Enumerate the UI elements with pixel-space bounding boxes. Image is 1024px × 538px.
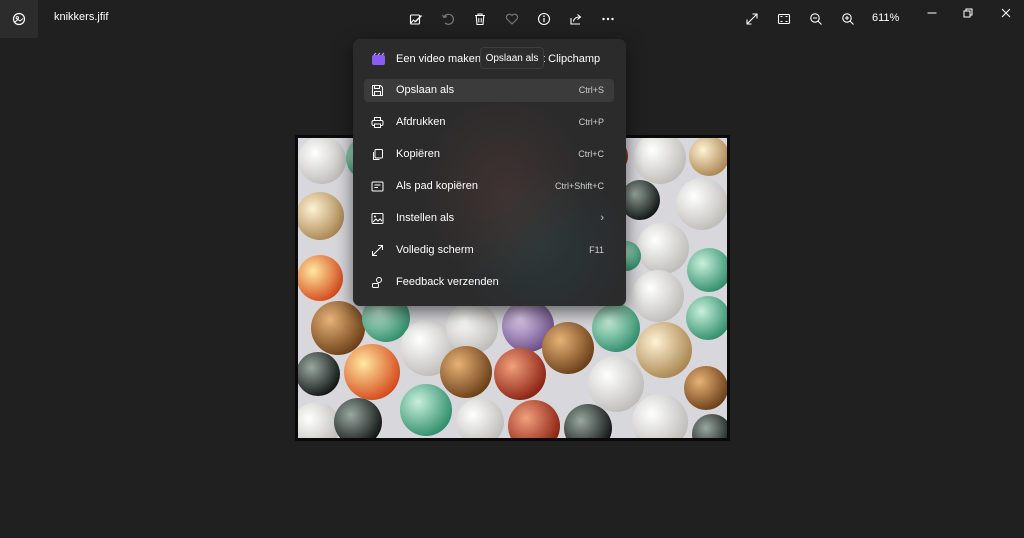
more-options-menu: Een video maken ft Clipchamp Opslaan als… xyxy=(353,39,626,306)
restore-button[interactable] xyxy=(954,4,982,22)
menu-item-shortcut: F11 xyxy=(589,245,604,255)
set-as-icon xyxy=(370,211,385,226)
menu-item-label: Instellen als xyxy=(396,212,455,224)
full-screen-icon[interactable] xyxy=(741,8,763,30)
clipchamp-icon xyxy=(372,52,385,65)
menu-item-label: ft Clipchamp xyxy=(539,53,601,65)
fit-to-window-icon[interactable] xyxy=(773,8,795,30)
photos-app-icon[interactable] xyxy=(0,0,38,38)
favorite-icon[interactable] xyxy=(501,8,523,30)
copy-icon xyxy=(370,147,385,162)
menu-item-full-screen[interactable]: Volledig scherm F11 xyxy=(364,239,614,262)
menu-item-shortcut: Ctrl+C xyxy=(578,149,604,159)
menu-item-print[interactable]: Afdrukken Ctrl+P xyxy=(364,111,614,134)
copy-path-icon xyxy=(370,179,385,194)
menu-item-label: Volledig scherm xyxy=(396,244,474,256)
more-options-icon[interactable] xyxy=(597,8,619,30)
menu-item-label: Feedback verzenden xyxy=(396,276,499,288)
menu-item-label: Afdrukken xyxy=(396,116,446,128)
delete-icon[interactable] xyxy=(469,8,491,30)
menu-item-label: Een video maken xyxy=(396,53,481,65)
menu-item-save-as[interactable]: Opslaan als Ctrl+S xyxy=(364,79,614,102)
file-name: knikkers.jfif xyxy=(54,11,109,23)
feedback-icon xyxy=(370,275,385,290)
menu-item-set-as[interactable]: Instellen als › xyxy=(364,207,614,230)
menu-item-copy-path[interactable]: Als pad kopiëren Ctrl+Shift+C xyxy=(364,175,614,198)
title-bar: knikkers.jfif 611% xyxy=(0,0,1024,38)
print-icon xyxy=(370,115,385,130)
rotate-icon[interactable] xyxy=(437,8,459,30)
menu-item-label: Opslaan als xyxy=(396,84,455,96)
fullscreen-icon xyxy=(370,243,385,258)
menu-item-shortcut: Ctrl+Shift+C xyxy=(554,181,604,191)
menu-item-label: Kopiëren xyxy=(396,148,441,160)
chevron-right-icon: › xyxy=(600,212,604,224)
save-icon xyxy=(370,83,385,98)
minimize-button[interactable] xyxy=(918,4,946,22)
share-icon[interactable] xyxy=(565,8,587,30)
edit-image-icon[interactable] xyxy=(405,8,427,30)
menu-item-copy[interactable]: Kopiëren Ctrl+C xyxy=(364,143,614,166)
zoom-level[interactable]: 611% xyxy=(872,12,899,24)
menu-item-shortcut: Ctrl+P xyxy=(578,117,604,127)
info-icon[interactable] xyxy=(533,8,555,30)
menu-item-shortcut: Ctrl+S xyxy=(578,85,604,95)
menu-item-label: Als pad kopiëren xyxy=(396,180,478,192)
close-button[interactable] xyxy=(992,4,1020,22)
zoom-out-icon[interactable] xyxy=(805,8,827,30)
photos-app-window: knikkers.jfif 611% Een video maken ft Cl… xyxy=(0,0,1024,538)
tooltip: Opslaan als xyxy=(480,47,544,69)
zoom-in-icon[interactable] xyxy=(837,8,859,30)
menu-item-send-feedback[interactable]: Feedback verzenden xyxy=(364,271,614,294)
